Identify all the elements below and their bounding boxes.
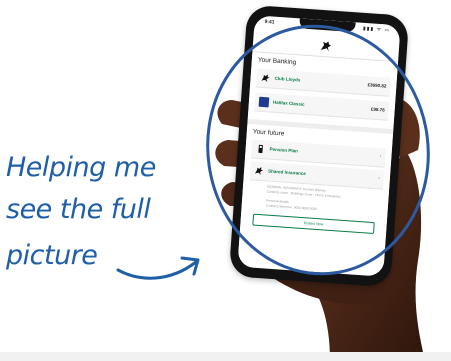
photo-canvas: 9:41 ▮▮▮ ᯤ ▭ Your Banking Club Lloyds £3…	[0, 0, 451, 361]
bottom-strip	[0, 352, 451, 361]
arrow-icon	[116, 256, 200, 280]
